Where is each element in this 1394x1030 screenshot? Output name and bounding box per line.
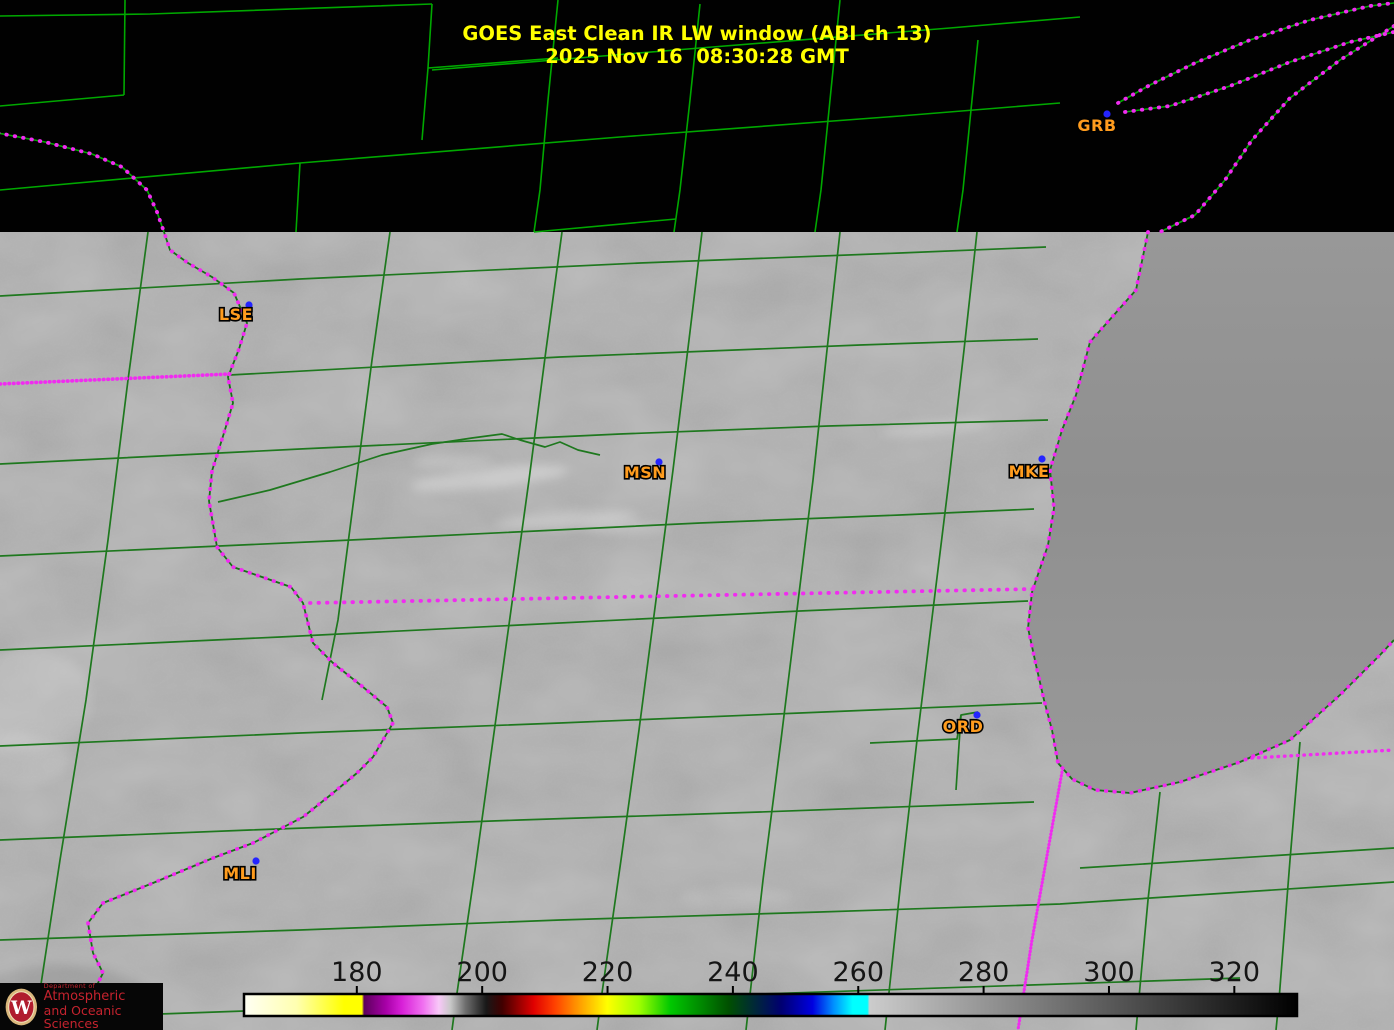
colorbar-gradient-bar [244, 994, 1297, 1016]
uw-crest-icon: W [3, 985, 40, 1029]
colorbar-tick-label: 280 [958, 957, 1010, 988]
logo-line1: Atmospheric [44, 990, 163, 1004]
colorbar-tick-label: 180 [331, 957, 383, 988]
image-title-line2: 2025 Nov 16 08:30:28 GMT [545, 45, 849, 68]
uw-monogram: W [10, 997, 32, 1018]
colorbar-tick-label: 240 [707, 957, 759, 988]
colorbar-tick-label: 220 [582, 957, 634, 988]
station-label: MSN [624, 463, 666, 482]
station-label: MKE [1009, 462, 1050, 481]
station-label: ORD [943, 717, 984, 736]
logo-line2: and Oceanic Sciences [44, 1004, 163, 1030]
station-lse: LSE [219, 301, 253, 324]
image-title-line1: GOES East Clean IR LW window (ABI ch 13) [462, 22, 931, 45]
colorbar-tick-label: 200 [456, 957, 508, 988]
colorbar-tick-label: 320 [1209, 957, 1261, 988]
station-label: GRB [1077, 116, 1116, 135]
goes-ir-map: GRB LSE MSN MKE ORD MLI 180 200 220 240 260 280 300… [0, 0, 1394, 1030]
satellite-image-viewport: GRB LSE MSN MKE ORD MLI 180 200 220 240 260 280 300… [0, 0, 1394, 1030]
colorbar-tick-label: 260 [832, 957, 884, 988]
station-label: MLI [223, 864, 257, 883]
uw-aos-logo: W Department of Atmospheric and Oceanic … [0, 983, 163, 1030]
colorbar-tick-label: 300 [1083, 957, 1135, 988]
station-label: LSE [219, 305, 253, 324]
